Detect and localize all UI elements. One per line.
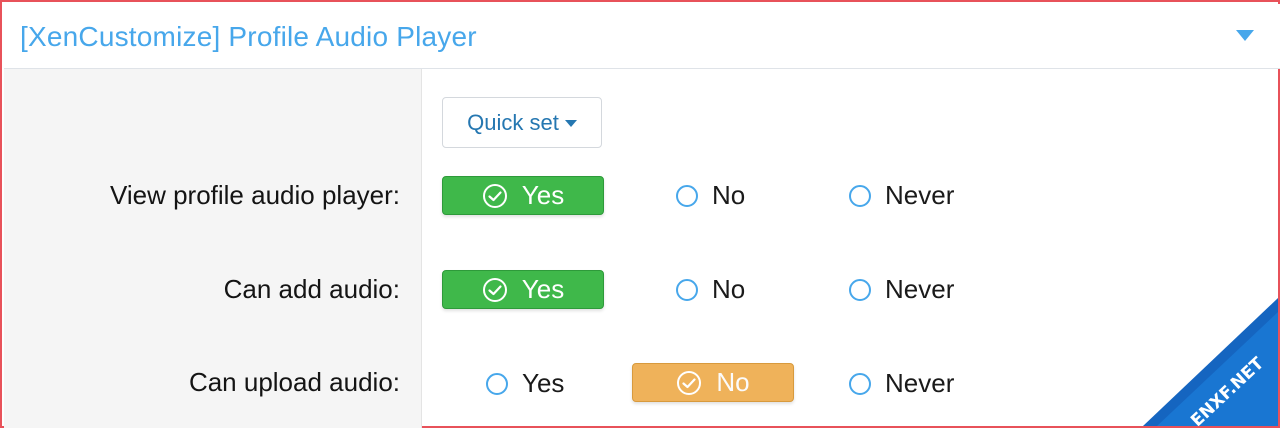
option-label: Yes: [521, 180, 565, 210]
check-circle-icon: [482, 183, 507, 208]
chevron-down-icon[interactable]: [1236, 30, 1254, 41]
radio-circle-icon: [849, 372, 871, 395]
upload-audio-yes-radio[interactable]: Yes: [486, 368, 564, 399]
upload-audio-never-radio[interactable]: Never: [849, 368, 954, 399]
upload-audio-no-selected[interactable]: No: [632, 363, 794, 402]
add-audio-no-radio[interactable]: No: [676, 274, 745, 305]
add-audio-yes-selected[interactable]: Yes: [442, 270, 604, 309]
permission-label-add-audio: Can add audio:: [223, 274, 400, 304]
panel-header[interactable]: [XenCustomize] Profile Audio Player: [4, 4, 1280, 69]
panel-frame: [XenCustomize] Profile Audio Player Quic…: [0, 0, 1280, 428]
option-label: Yes: [521, 274, 565, 304]
radio-circle-icon: [676, 278, 698, 301]
option-label: No: [712, 274, 746, 304]
option-label: No: [716, 367, 750, 397]
option-label: Yes: [522, 368, 565, 398]
check-circle-icon: [482, 277, 507, 302]
view-player-yes-selected[interactable]: Yes: [442, 176, 604, 215]
watermark-logo: ENXF.NET: [1143, 298, 1278, 426]
panel-title: [XenCustomize] Profile Audio Player: [20, 21, 477, 52]
radio-circle-icon: [849, 278, 871, 301]
option-label: No: [712, 180, 746, 210]
option-label: Never: [885, 368, 955, 398]
view-player-no-radio[interactable]: No: [676, 180, 745, 211]
option-label: Never: [885, 274, 955, 304]
view-player-never-radio[interactable]: Never: [849, 180, 954, 211]
option-label: Never: [885, 180, 955, 210]
radio-circle-icon: [486, 372, 508, 395]
quick-set-label: Quick set: [467, 109, 559, 135]
permission-label-upload-audio: Can upload audio:: [188, 367, 400, 397]
radio-circle-icon: [676, 184, 698, 207]
add-audio-never-radio[interactable]: Never: [849, 274, 954, 305]
permission-label-view-player: View profile audio player:: [109, 180, 400, 210]
radio-circle-icon: [849, 184, 871, 207]
caret-down-icon: [564, 120, 577, 127]
check-circle-icon: [677, 370, 702, 395]
quick-set-button[interactable]: Quick set: [442, 97, 602, 148]
